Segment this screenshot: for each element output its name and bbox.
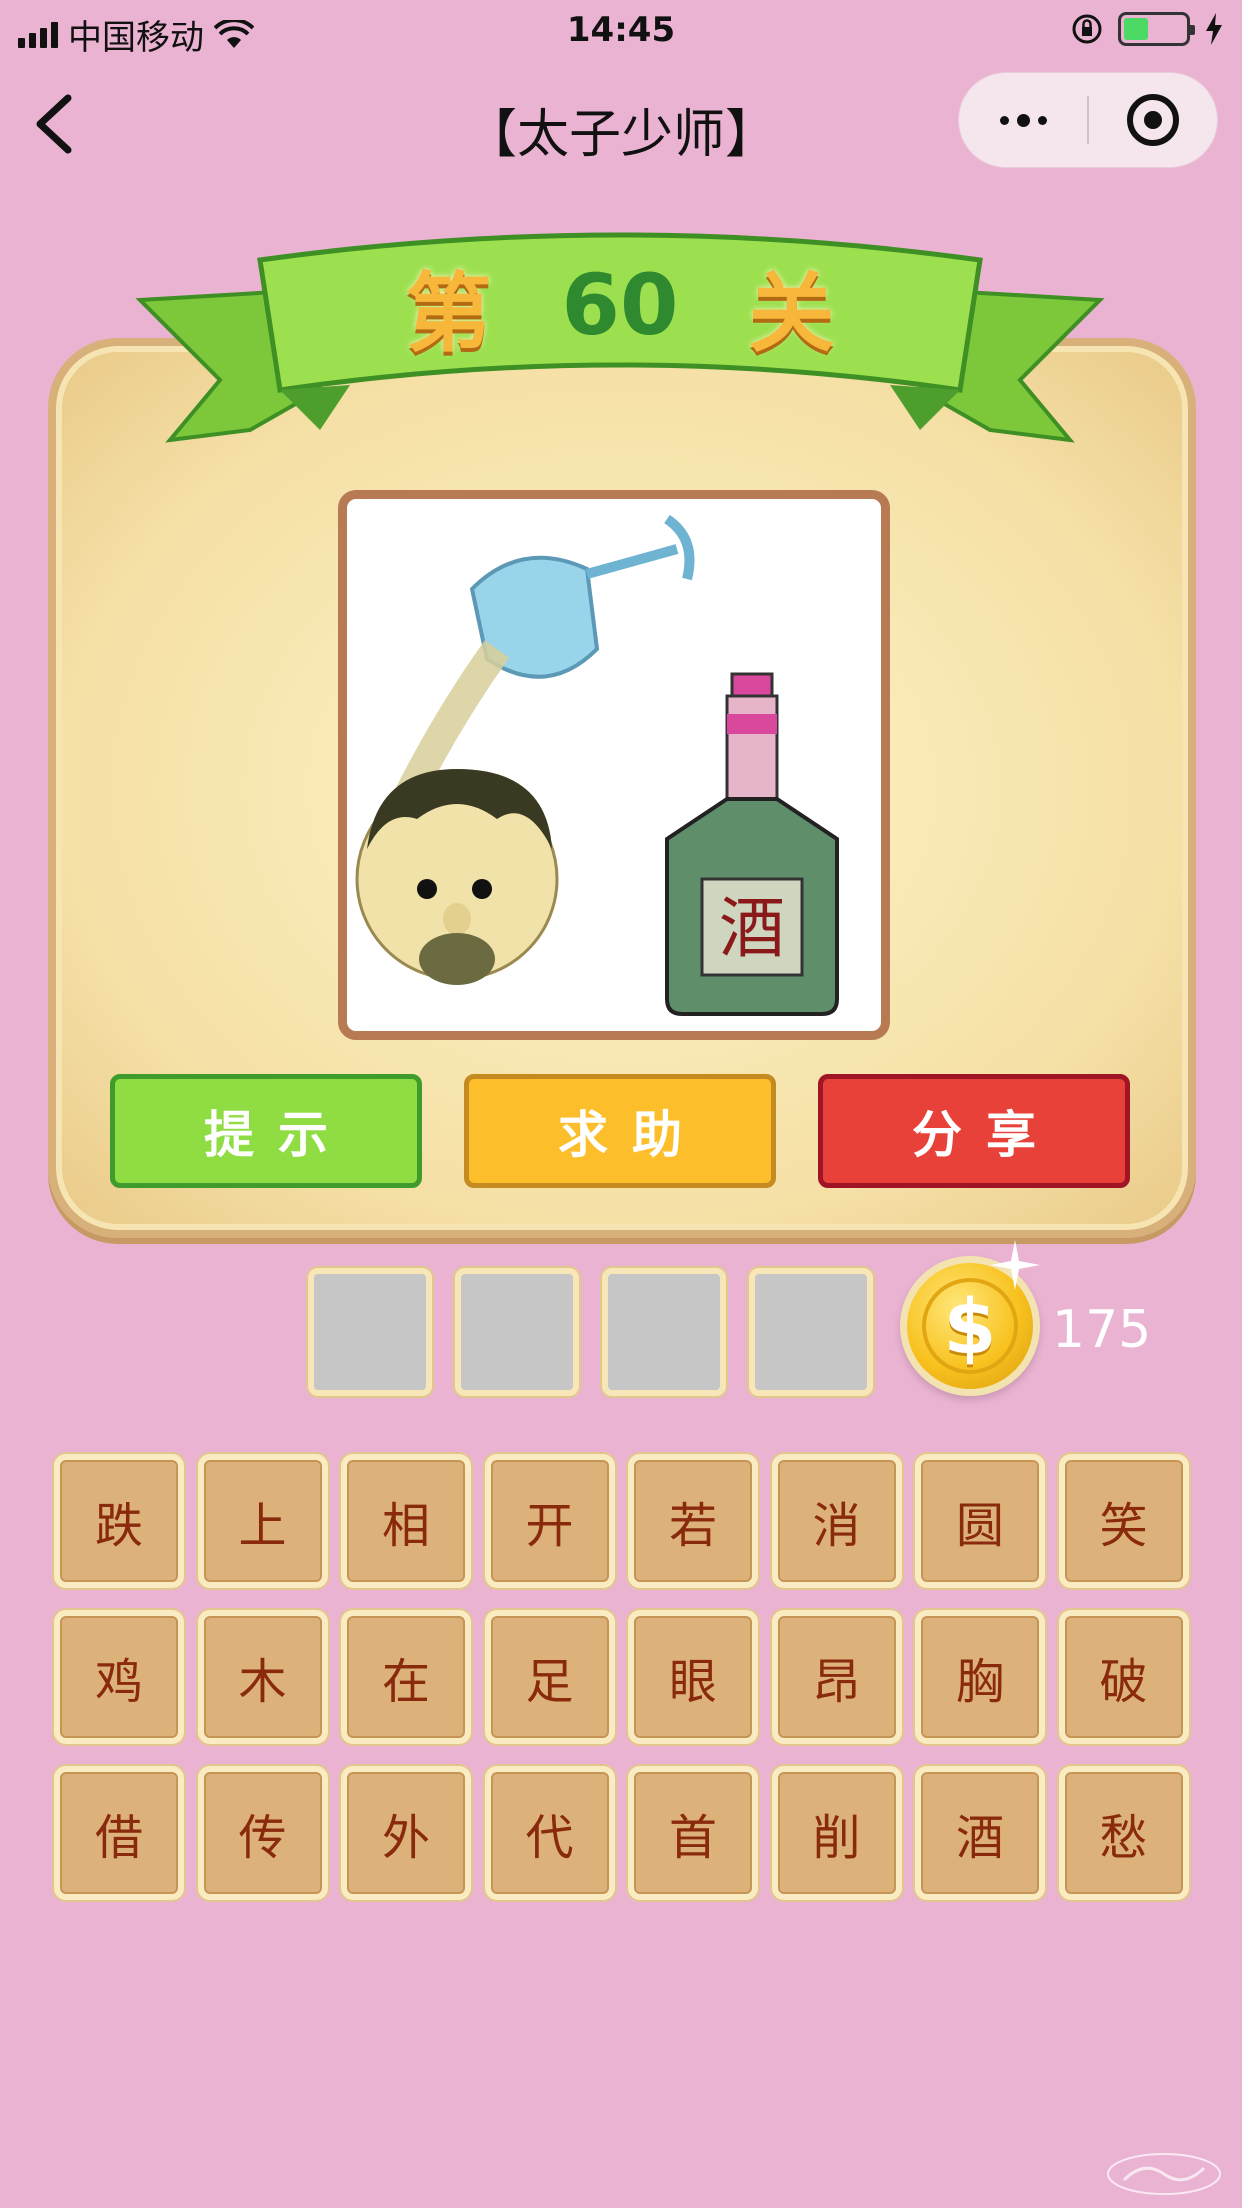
letter-tile[interactable]: 在 <box>341 1610 471 1744</box>
letter-tile[interactable]: 传 <box>197 1766 328 1900</box>
status-bar: 中国移动 14:45 <box>0 0 1242 62</box>
bottle-label: 酒 <box>719 890 785 967</box>
letter-tile[interactable]: 胸 <box>915 1610 1045 1744</box>
liquor-bottle-icon: 酒 <box>665 672 839 1016</box>
letter-tile[interactable]: 首 <box>628 1766 758 1900</box>
letter-tile[interactable]: 破 <box>1058 1610 1189 1744</box>
close-mini-program-button[interactable] <box>1089 73 1217 167</box>
battery-icon <box>1118 12 1195 46</box>
letter-tile[interactable]: 眼 <box>628 1610 758 1744</box>
letter-tile[interactable]: 圆 <box>915 1454 1045 1588</box>
orientation-lock-icon <box>1072 14 1102 44</box>
hint-button[interactable]: 提示 <box>110 1074 422 1188</box>
letter-tile[interactable]: 愁 <box>1058 1766 1189 1900</box>
status-time: 14:45 <box>566 10 676 50</box>
target-icon <box>1127 94 1179 146</box>
answer-slot[interactable] <box>602 1268 726 1396</box>
letter-tile[interactable]: 鸡 <box>54 1610 184 1744</box>
level-prefix: 第 <box>405 263 492 364</box>
watermark-logo <box>1107 2153 1221 2195</box>
mini-program-capsule <box>958 72 1218 168</box>
answer-slot[interactable] <box>308 1268 432 1396</box>
letter-tile[interactable]: 上 <box>197 1454 328 1588</box>
game-page: 中国移动 14:45 【太子少师】 第 60 关 酒 提示 求助 分享 $ 17… <box>0 0 1242 2208</box>
splashed-face-icon <box>355 769 559 985</box>
letter-tile[interactable]: 消 <box>771 1454 902 1588</box>
letter-tile[interactable]: 若 <box>628 1454 758 1588</box>
sparkle-icon <box>990 1240 1040 1290</box>
nav-bar: 【太子少师】 <box>0 62 1242 192</box>
more-dots-icon <box>999 113 1047 127</box>
level-title: 第 60 关 <box>250 240 990 370</box>
share-button[interactable]: 分享 <box>818 1074 1130 1188</box>
puzzle-image: 酒 <box>338 490 890 1040</box>
answer-slot[interactable] <box>749 1268 873 1396</box>
letter-tile[interactable]: 木 <box>197 1610 328 1744</box>
letter-tile[interactable]: 笑 <box>1058 1454 1189 1588</box>
letter-tile[interactable]: 开 <box>484 1454 615 1588</box>
letter-tile[interactable]: 代 <box>484 1766 615 1900</box>
wine-glass-icon <box>393 514 695 806</box>
letter-tile[interactable]: 借 <box>54 1766 184 1900</box>
letter-tile[interactable]: 酒 <box>915 1766 1045 1900</box>
more-button[interactable] <box>959 73 1087 167</box>
help-button[interactable]: 求助 <box>464 1074 776 1188</box>
charging-bolt-icon <box>1206 13 1222 45</box>
coin-symbol: $ <box>922 1278 1018 1374</box>
letter-tile[interactable]: 跌 <box>54 1454 184 1588</box>
letter-tile[interactable]: 足 <box>484 1610 615 1744</box>
answer-slot[interactable] <box>455 1268 579 1396</box>
level-suffix: 关 <box>748 263 835 364</box>
letter-tile[interactable]: 相 <box>341 1454 471 1588</box>
level-number: 60 <box>561 256 679 354</box>
letter-tile[interactable]: 削 <box>771 1766 902 1900</box>
letter-tile[interactable]: 昂 <box>771 1610 902 1744</box>
coin-count: 175 <box>1052 1300 1152 1360</box>
letter-tile[interactable]: 外 <box>341 1766 471 1900</box>
